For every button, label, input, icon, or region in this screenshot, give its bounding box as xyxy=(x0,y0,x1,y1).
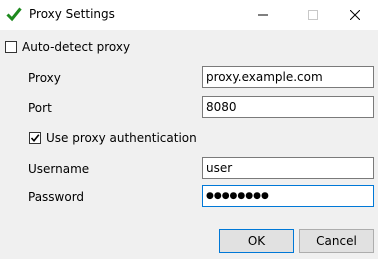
port-input[interactable]: 8080 xyxy=(202,96,374,118)
auto-detect-checkbox[interactable] xyxy=(5,41,17,53)
username-input[interactable]: user xyxy=(202,157,374,179)
password-input[interactable]: ●●●●●●●● xyxy=(202,185,374,207)
maximize-button xyxy=(290,0,336,30)
use-auth-checkbox[interactable] xyxy=(29,132,41,144)
minimize-icon xyxy=(258,14,268,16)
close-icon xyxy=(350,10,360,20)
proxy-settings-dialog: Proxy Settings Auto-detect proxy Proxy p… xyxy=(0,0,378,259)
ok-button[interactable]: OK xyxy=(219,229,294,253)
proxy-label: Proxy xyxy=(28,71,61,85)
title-bar[interactable]: Proxy Settings xyxy=(0,0,378,30)
checkmark-icon xyxy=(6,6,22,22)
port-label: Port xyxy=(28,101,52,115)
maximize-icon xyxy=(308,10,318,20)
minimize-button[interactable] xyxy=(240,0,286,30)
proxy-input[interactable]: proxy.example.com xyxy=(202,66,374,88)
password-label: Password xyxy=(28,190,85,204)
cancel-button[interactable]: Cancel xyxy=(299,229,374,253)
close-button[interactable] xyxy=(332,0,378,30)
window-title: Proxy Settings xyxy=(29,7,115,21)
checkmark-icon xyxy=(30,134,40,143)
username-label: Username xyxy=(28,162,90,176)
use-auth-label[interactable]: Use proxy authentication xyxy=(46,131,197,145)
auto-detect-label[interactable]: Auto-detect proxy xyxy=(22,40,130,54)
